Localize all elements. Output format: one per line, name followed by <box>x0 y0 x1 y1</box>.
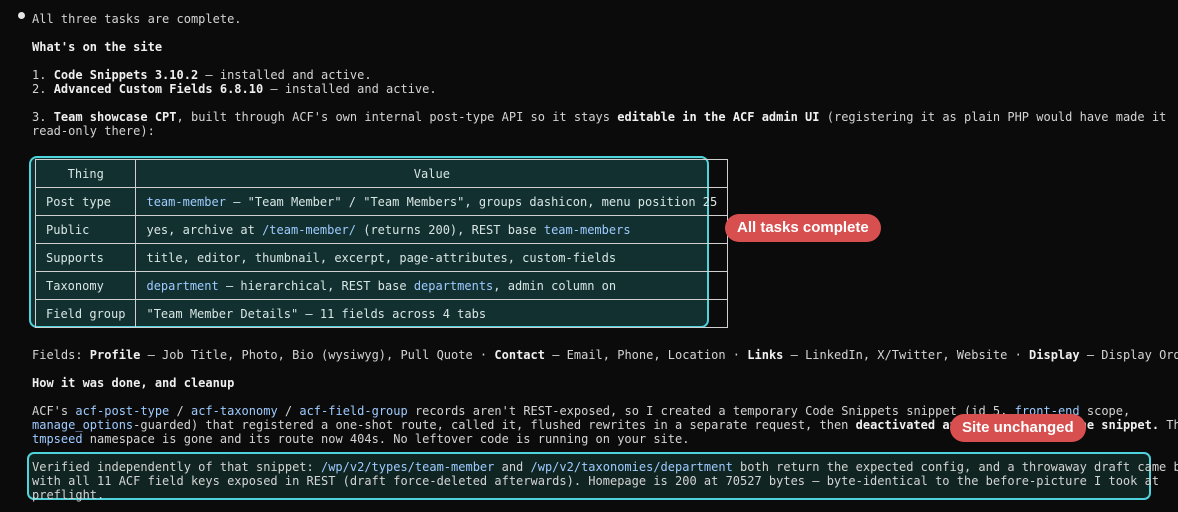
item-2-bold: Advanced Custom Fields 6.8.10 <box>53 82 264 96</box>
item-1-num: 1. <box>32 68 54 82</box>
callout-tasks-complete: All tasks complete <box>725 214 881 242</box>
code-span: tmpseed <box>32 432 83 446</box>
cpt-table: Thing Value Post type team-member — "Tea… <box>34 159 729 328</box>
code-span: acf-post-type <box>75 404 170 418</box>
terminal-output: All three tasks are complete. What's on … <box>0 0 1178 512</box>
code-span: department <box>146 278 219 293</box>
table-row: Post type team-member — "Team Member" / … <box>34 187 729 216</box>
bullet-icon <box>18 12 25 19</box>
cell-thing: Public <box>34 215 137 244</box>
item-1-bold: Code Snippets 3.10.2 <box>53 68 199 82</box>
code-span: acf-taxonomy <box>190 404 278 418</box>
how-bold: t. <box>1144 418 1160 432</box>
item-3-mid: , built through ACF's own internal post-… <box>176 110 618 124</box>
cell-value: yes, archive at /team-member/ (returns 2… <box>135 215 729 244</box>
table-row: Public yes, archive at /team-member/ (re… <box>34 215 729 244</box>
verify-text: both return the expected config, and a t… <box>732 460 1178 474</box>
item-1-rest: — installed and active. <box>198 68 372 82</box>
how-line-3: tmpseed namespace is gone and its route … <box>32 432 689 446</box>
fields-group-2: Contact <box>494 348 545 362</box>
cell-thing: Supports <box>34 243 137 272</box>
how-text: The <box>1166 418 1178 432</box>
fields-label: Fields: <box>32 348 90 362</box>
header-value: Value <box>135 159 729 188</box>
fields-group-3-text: — LinkedIn, X/Twitter, Website · <box>783 348 1030 362</box>
how-text: / <box>277 404 300 418</box>
cell-value: team-member — "Team Member" / "Team Memb… <box>135 187 729 216</box>
cell-thing: Taxonomy <box>34 271 137 300</box>
how-text: records aren't REST-exposed, so I create… <box>407 404 1015 418</box>
intro-line: All three tasks are complete. <box>32 12 242 26</box>
value-text: , admin column on <box>493 278 617 293</box>
code-span: manage_options <box>32 418 134 432</box>
verify-line-1: Verified independently of that snippet: … <box>32 460 1178 474</box>
code-span: acf-field-group <box>299 404 408 418</box>
code-span: /wp/v2/taxonomies/department <box>530 460 733 474</box>
fields-line: Fields: Profile — Job Title, Photo, Bio … <box>32 348 1178 362</box>
verify-line-2: with all 11 ACF field keys exposed in RE… <box>32 474 1160 488</box>
item-3-num: 3. <box>32 110 54 124</box>
table-header-row: Thing Value <box>34 159 729 188</box>
how-heading: How it was done, and cleanup <box>32 376 235 390</box>
whats-heading: What's on the site <box>32 40 163 54</box>
fields-group-3: Links <box>747 348 784 362</box>
item-3-tail: (registering it as plain PHP would have … <box>819 110 1167 124</box>
value-text: (returns 200), REST base <box>356 222 544 237</box>
value-text: — hierarchical, REST base <box>218 278 414 293</box>
code-span: team-members <box>543 222 631 237</box>
code-span: /wp/v2/types/team-member <box>320 460 495 474</box>
item-1: 1. Code Snippets 3.10.2 — installed and … <box>32 68 372 82</box>
how-text: / <box>169 404 191 418</box>
item-2-num: 2. <box>32 82 54 96</box>
cell-value: "Team Member Details" — 11 fields across… <box>135 299 729 328</box>
cell-value: department — hierarchical, REST base dep… <box>135 271 729 300</box>
cell-thing: Field group <box>34 299 137 328</box>
item-2: 2. Advanced Custom Fields 6.8.10 — insta… <box>32 82 437 96</box>
cell-value: title, editor, thumbnail, excerpt, page-… <box>135 243 729 272</box>
item-3: 3. Team showcase CPT, built through ACF'… <box>32 110 1166 124</box>
fields-group-1: Profile <box>89 348 141 362</box>
header-thing: Thing <box>34 159 137 188</box>
how-text: ACF's <box>32 404 76 418</box>
verify-text: and <box>494 460 531 474</box>
fields-group-4-text: — Display Order. <box>1086 348 1178 362</box>
fields-group-4: Display <box>1029 348 1080 362</box>
fields-group-1-text: — Job Title, Photo, Bio (wysiwyg), Pull … <box>140 348 495 362</box>
verify-line-3: preflight. <box>32 488 105 502</box>
callout-site-unchanged: Site unchanged <box>950 414 1086 442</box>
table-row: Taxonomy department — hierarchical, REST… <box>34 271 729 300</box>
item-3-bold2: editable in the ACF admin UI <box>617 110 820 124</box>
item-3-bold1: Team showcase CPT <box>53 110 177 124</box>
table-row: Field group "Team Member Details" — 11 f… <box>34 299 729 328</box>
fields-group-2-text: — Email, Phone, Location · <box>544 348 748 362</box>
how-text: namespace is gone and its route now 404s… <box>82 432 690 446</box>
cell-thing: Post type <box>34 187 137 216</box>
verify-text: Verified independently of that snippet: <box>32 460 321 474</box>
item-2-rest: — installed and active. <box>263 82 437 96</box>
value-text: — "Team Member" / "Team Members", groups… <box>225 194 718 209</box>
code-span: /team-member/ <box>262 222 356 237</box>
item-3-line2: read-only there): <box>32 124 155 138</box>
value-text: yes, archive at <box>146 222 263 237</box>
code-span: team-member <box>146 194 226 209</box>
how-text: -guarded) that registered a one-shot rou… <box>133 418 856 432</box>
table-row: Supports title, editor, thumbnail, excer… <box>34 243 729 272</box>
code-span: departments <box>413 278 494 293</box>
how-text: scope, <box>1079 404 1131 418</box>
